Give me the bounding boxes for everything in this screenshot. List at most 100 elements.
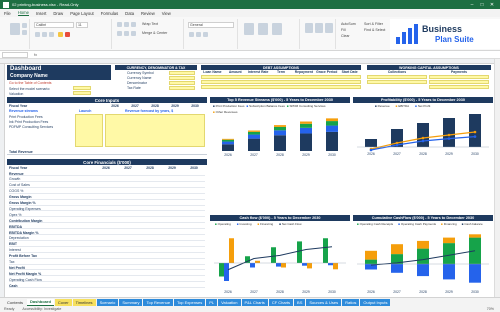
cut-icon[interactable] — [22, 23, 27, 28]
sheet-tab[interactable]: CF Charts — [268, 298, 294, 306]
currency-name-input[interactable] — [169, 76, 195, 80]
wc-payments-row2[interactable] — [429, 80, 489, 84]
investing-bar — [276, 263, 281, 267]
wc-collections-row2[interactable] — [367, 80, 427, 84]
autosum-button[interactable]: AutoSum — [341, 22, 356, 26]
financing-bar — [229, 238, 234, 263]
sheet-tab[interactable]: Valuation — [218, 298, 241, 306]
name-box[interactable] — [2, 51, 28, 58]
profitability-header: Profitability ($'000) - 5 Years to Decem… — [353, 97, 493, 103]
sheet-tab[interactable]: Output Inputs — [360, 298, 391, 306]
toc-link[interactable]: Go to the Table of Contents — [9, 81, 52, 85]
format-cells-icon[interactable] — [325, 23, 333, 33]
menu-review[interactable]: Review — [141, 11, 155, 16]
financials-row-label: Gross Margin % — [9, 201, 36, 205]
top5-bar — [222, 138, 234, 140]
tax-rate-input[interactable] — [169, 86, 195, 90]
wc-payments-row1[interactable] — [429, 75, 489, 79]
debt-row-3[interactable] — [201, 85, 361, 89]
menu-formulas[interactable]: Formulas — [101, 11, 118, 16]
sheet-tab[interactable]: Timelines — [72, 298, 96, 306]
launch-inputs[interactable] — [75, 114, 103, 147]
minimize-button[interactable]: – — [467, 2, 477, 8]
sheet-tab[interactable]: Cover — [54, 298, 72, 306]
sheet-tab[interactable]: Top Revenue — [143, 298, 174, 306]
sort-filter-button[interactable]: Sort & Filter — [364, 22, 383, 26]
sheet-tab[interactable]: PL — [206, 298, 218, 306]
debt-row-2[interactable] — [201, 80, 361, 84]
fill-button[interactable]: Fill — [341, 28, 346, 32]
valuation-input[interactable] — [73, 91, 91, 95]
merge-center-button[interactable]: Merge & Center — [142, 31, 167, 35]
clear-button[interactable]: Clear — [341, 34, 350, 38]
menu-data[interactable]: Data — [125, 11, 134, 16]
financials-row-label: Contribution Margin — [9, 218, 43, 223]
delete-cells-icon[interactable] — [315, 23, 323, 33]
styles-group — [240, 19, 300, 49]
align-right-icon[interactable] — [131, 31, 136, 36]
font-color-icon[interactable] — [65, 32, 70, 37]
accessibility-status[interactable]: Accessibility: Investigate — [22, 307, 61, 311]
investing-bar — [224, 263, 229, 281]
menu-insert[interactable]: Insert — [36, 11, 46, 16]
sheet-tab[interactable]: Top Expenses — [174, 298, 206, 306]
fx-icon[interactable]: fx — [34, 52, 37, 57]
close-button[interactable]: ✕ — [487, 2, 497, 8]
align-top-icon[interactable] — [117, 22, 122, 27]
paste-icon[interactable] — [10, 23, 20, 35]
bold-icon[interactable] — [35, 32, 40, 37]
top5-bar — [326, 125, 338, 132]
align-middle-icon[interactable] — [124, 22, 129, 27]
conditional-format-icon[interactable] — [244, 23, 254, 35]
wc-payments-row3[interactable] — [429, 85, 489, 89]
menu-file[interactable]: File — [4, 11, 11, 16]
denominator-input[interactable] — [169, 81, 195, 85]
align-center-icon[interactable] — [124, 31, 129, 36]
sheet-tab[interactable]: BS — [294, 298, 306, 306]
financing-bar — [281, 263, 286, 268]
vertical-scrollbar[interactable] — [494, 59, 500, 297]
debt-row-1[interactable] — [201, 75, 361, 79]
menu-page-layout[interactable]: Page Layout — [70, 11, 94, 16]
financials-row-label: Net Profit Margin % — [9, 271, 42, 276]
align-bottom-icon[interactable] — [131, 22, 136, 27]
underline-icon[interactable] — [49, 32, 54, 37]
zoom-level[interactable]: 70% — [487, 307, 494, 311]
top5-bar — [274, 125, 286, 127]
copy-icon[interactable] — [22, 30, 27, 35]
wrap-text-button[interactable]: Wrap Text — [142, 22, 158, 26]
sheet-tab[interactable]: Sources & Uses — [306, 298, 342, 306]
forecast-inputs[interactable] — [105, 114, 205, 147]
comma-icon[interactable] — [203, 32, 208, 37]
x-tick-label: 2030 — [471, 152, 479, 156]
percent-icon[interactable] — [196, 32, 201, 37]
cashflow-chart: 2026 2027 2028 2029 2030 — [214, 238, 346, 294]
maximize-button[interactable]: □ — [477, 2, 487, 8]
sheet-tab[interactable]: Dashboard — [27, 298, 54, 306]
wc-collections-row1[interactable] — [367, 75, 427, 79]
fill-color-icon[interactable] — [58, 32, 63, 37]
align-left-icon[interactable] — [117, 31, 122, 36]
scenario-input[interactable] — [73, 86, 91, 90]
sheet-tab[interactable]: P&L Charts — [241, 298, 268, 306]
sheet-tab[interactable]: Scenario — [96, 298, 119, 306]
format-table-icon[interactable] — [258, 23, 268, 35]
financials-row: Net Profit Margin % — [9, 271, 205, 277]
sheet-tab[interactable]: Summary — [119, 298, 143, 306]
top5-bar — [300, 133, 312, 151]
menu-draw[interactable]: Draw — [53, 11, 63, 16]
financials-row-label: Growth — [9, 177, 21, 182]
italic-icon[interactable] — [42, 32, 47, 37]
receipts-bar — [417, 248, 429, 264]
sheet-tab[interactable]: Contents — [4, 299, 26, 306]
currency-icon[interactable] — [189, 32, 194, 37]
find-select-button[interactable]: Find & Select — [364, 28, 385, 32]
sheet-tab[interactable]: Ratios — [342, 298, 360, 306]
currency-symbol-input[interactable] — [169, 71, 195, 75]
top5-bar — [274, 126, 286, 131]
cell-styles-icon[interactable] — [272, 23, 282, 35]
insert-cells-icon[interactable] — [305, 23, 313, 33]
menu-home[interactable]: Home — [17, 10, 29, 16]
menu-view[interactable]: View — [162, 11, 171, 16]
x-tick-label: 2028 — [276, 153, 284, 157]
